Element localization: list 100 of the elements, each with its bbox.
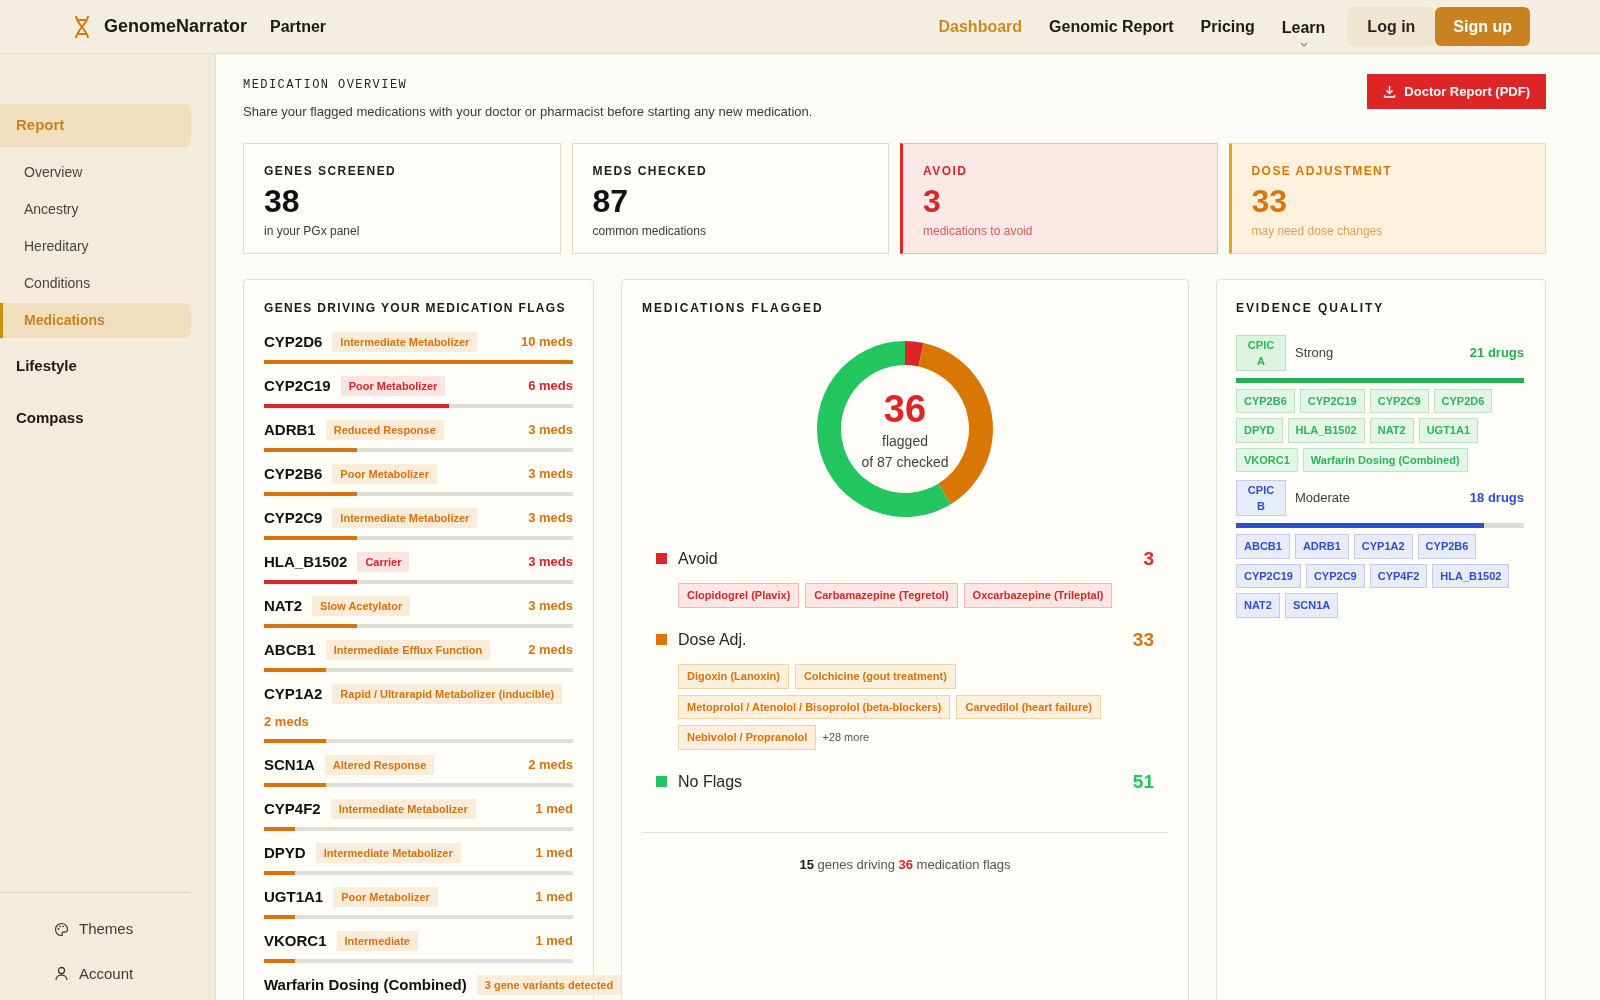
brand-name[interactable]: GenomeNarrator <box>104 13 248 40</box>
gene-tag: CYP2C19 <box>1236 563 1301 588</box>
gene-name: ABCB1 <box>264 639 316 660</box>
gene-tag: CYP2C9 <box>1369 388 1429 413</box>
sidebar-item[interactable]: Conditions <box>0 265 191 301</box>
phenotype-badge: Reduced Response <box>325 419 444 440</box>
phenotype-badge: Slow Acetylator <box>312 595 411 616</box>
gene-name: CYP2D6 <box>264 331 323 352</box>
stat-label: DOSE ADJUSTMENT <box>1251 162 1393 180</box>
sidebar-footer-link[interactable]: Themes <box>0 911 191 948</box>
phenotype-badge: Rapid / Ultrarapid Metabolizer (inducible) <box>332 683 563 704</box>
grade-badge: CPIC A <box>1236 334 1286 371</box>
doctor-report-button[interactable]: Doctor Report (PDF) <box>1367 74 1546 109</box>
gene-tag: SCN1A <box>1284 593 1339 618</box>
sidebar-item[interactable]: Ancestry <box>0 191 191 227</box>
legend-label: Dose Adj. <box>678 629 747 650</box>
gene-name: NAT2 <box>264 595 303 616</box>
med-count: 2 meds <box>528 640 573 659</box>
stat-caption: in your PGx panel <box>264 222 361 240</box>
tier-label: Strong <box>1295 343 1334 362</box>
med-count: 3 meds <box>528 552 573 571</box>
grade-badge: CPIC B <box>1236 480 1286 516</box>
tier-label: Moderate <box>1295 489 1350 508</box>
phenotype-badge: Poor Metabolizer <box>333 887 438 907</box>
nav-link[interactable]: Learn <box>1281 16 1326 40</box>
drug-count: 21 drugs <box>1469 343 1524 362</box>
med-count: 10 meds <box>520 332 573 351</box>
gene-tag: CYP2C19 <box>1299 388 1365 413</box>
phenotype-badge: Altered Response <box>324 755 435 775</box>
sidebar-item[interactable]: Hereditary <box>0 228 191 264</box>
gene-tag: UGT1A1 <box>1418 418 1479 443</box>
gene-tag: ADRB1 <box>1294 534 1349 559</box>
legend-count: 51 <box>1132 769 1154 794</box>
drug-count: 18 drugs <box>1469 489 1524 508</box>
med-count: 1 med <box>535 844 573 863</box>
phenotype-badge: Intermediate Metabolizer <box>330 799 476 819</box>
donut-center-label: flagged <box>882 431 928 451</box>
gene-tag: NAT2 <box>1236 593 1280 618</box>
card-title: GENES DRIVING YOUR MEDICATION FLAGS <box>264 299 567 317</box>
donut-center-label: of 87 checked <box>861 452 949 472</box>
med-count: 1 med <box>535 888 573 907</box>
card-title: MEDICATIONS FLAGGED <box>642 299 825 317</box>
stat-value: 33 <box>1251 181 1289 220</box>
gene-tag: CYP2B6 <box>1417 534 1477 559</box>
gene-name: ADRB1 <box>264 419 316 440</box>
gene-tag: CYP4F2 <box>1369 563 1428 588</box>
med-count: 3 meds <box>528 508 573 527</box>
phenotype-badge: Intermediate Metabolizer <box>332 507 478 528</box>
summary-text: 15 genes driving 36 medication flags <box>799 856 1011 874</box>
gene-name: UGT1A1 <box>264 887 324 907</box>
gene-name: CYP2B6 <box>264 463 323 484</box>
med-count: 3 meds <box>528 420 573 439</box>
phenotype-badge: 3 gene variants detected <box>476 975 622 995</box>
phenotype-badge: Intermediate Metabolizer <box>332 331 478 352</box>
sidebar-item[interactable]: Overview <box>0 154 191 190</box>
gene-tag: DPYD <box>1236 418 1283 443</box>
card-title: EVIDENCE QUALITY <box>1236 299 1386 317</box>
partner-label: Partner <box>270 16 327 37</box>
user-icon <box>54 966 69 982</box>
sidebar-section[interactable]: Lifestyle <box>0 339 215 392</box>
gene-name: HLA_B1502 <box>264 551 348 572</box>
gene-name: CYP2C9 <box>264 507 323 528</box>
sidebar-section[interactable]: Compass <box>0 392 215 445</box>
medication-tag: Colchicine (gout treatment) <box>794 664 956 689</box>
phenotype-badge: Poor Metabolizer <box>340 375 446 396</box>
phenotype-badge: Poor Metabolizer <box>332 463 437 484</box>
gene-tag: HLA_B1502 <box>1432 563 1510 588</box>
download-icon <box>1383 85 1397 98</box>
gene-tag: Warfarin Dosing (Combined) <box>1302 447 1468 472</box>
med-count: 2 meds <box>528 756 573 775</box>
med-count: 1 med <box>535 932 573 951</box>
stat-caption: medications to avoid <box>923 222 1034 240</box>
gene-tag: NAT2 <box>1369 418 1414 443</box>
nav-link[interactable]: Genomic Report <box>1049 14 1174 39</box>
legend-label: Avoid <box>678 548 718 569</box>
stat-label: GENES SCREENED <box>264 162 398 180</box>
gene-tag: VKORC1 <box>1236 447 1298 472</box>
donut-center-value: 36 <box>883 388 927 429</box>
gene-name: CYP4F2 <box>264 799 321 819</box>
medication-tag: Metoprolol / Atenolol / Bisoprolol (beta-blockers) <box>678 694 951 719</box>
palette-icon <box>54 921 69 937</box>
gene-tag: CYP2D6 <box>1433 388 1493 413</box>
login-button[interactable]: Log in <box>1347 7 1436 46</box>
phenotype-badge: Intermediate Efflux Function <box>325 639 491 660</box>
stat-label: AVOID <box>923 162 969 180</box>
phenotype-badge: Carrier <box>357 551 410 572</box>
gene-tag: ABCB1 <box>1236 534 1290 559</box>
gene-tag: CYP1A2 <box>1353 534 1413 559</box>
gene-tag: HLA_B1502 <box>1287 418 1365 443</box>
section-subtitle: Share your flagged medications with your doctor or pharmacist before starting any new medication. <box>243 103 813 121</box>
medication-tag: Oxcarbazepine (Trileptal) <box>963 583 1113 608</box>
gene-name: CYP1A2 <box>264 683 323 704</box>
stat-value: 3 <box>923 181 942 220</box>
stat-label: MEDS CHECKED <box>592 162 709 180</box>
medication-tag: Carbamazepine (Tegretol) <box>805 583 958 608</box>
more-count: +28 more <box>822 730 870 745</box>
med-count: 1 med <box>535 800 573 819</box>
sidebar-footer-link[interactable]: Account <box>0 955 191 992</box>
med-count: 6 meds <box>528 376 573 395</box>
nav-link[interactable]: Pricing <box>1200 14 1255 39</box>
